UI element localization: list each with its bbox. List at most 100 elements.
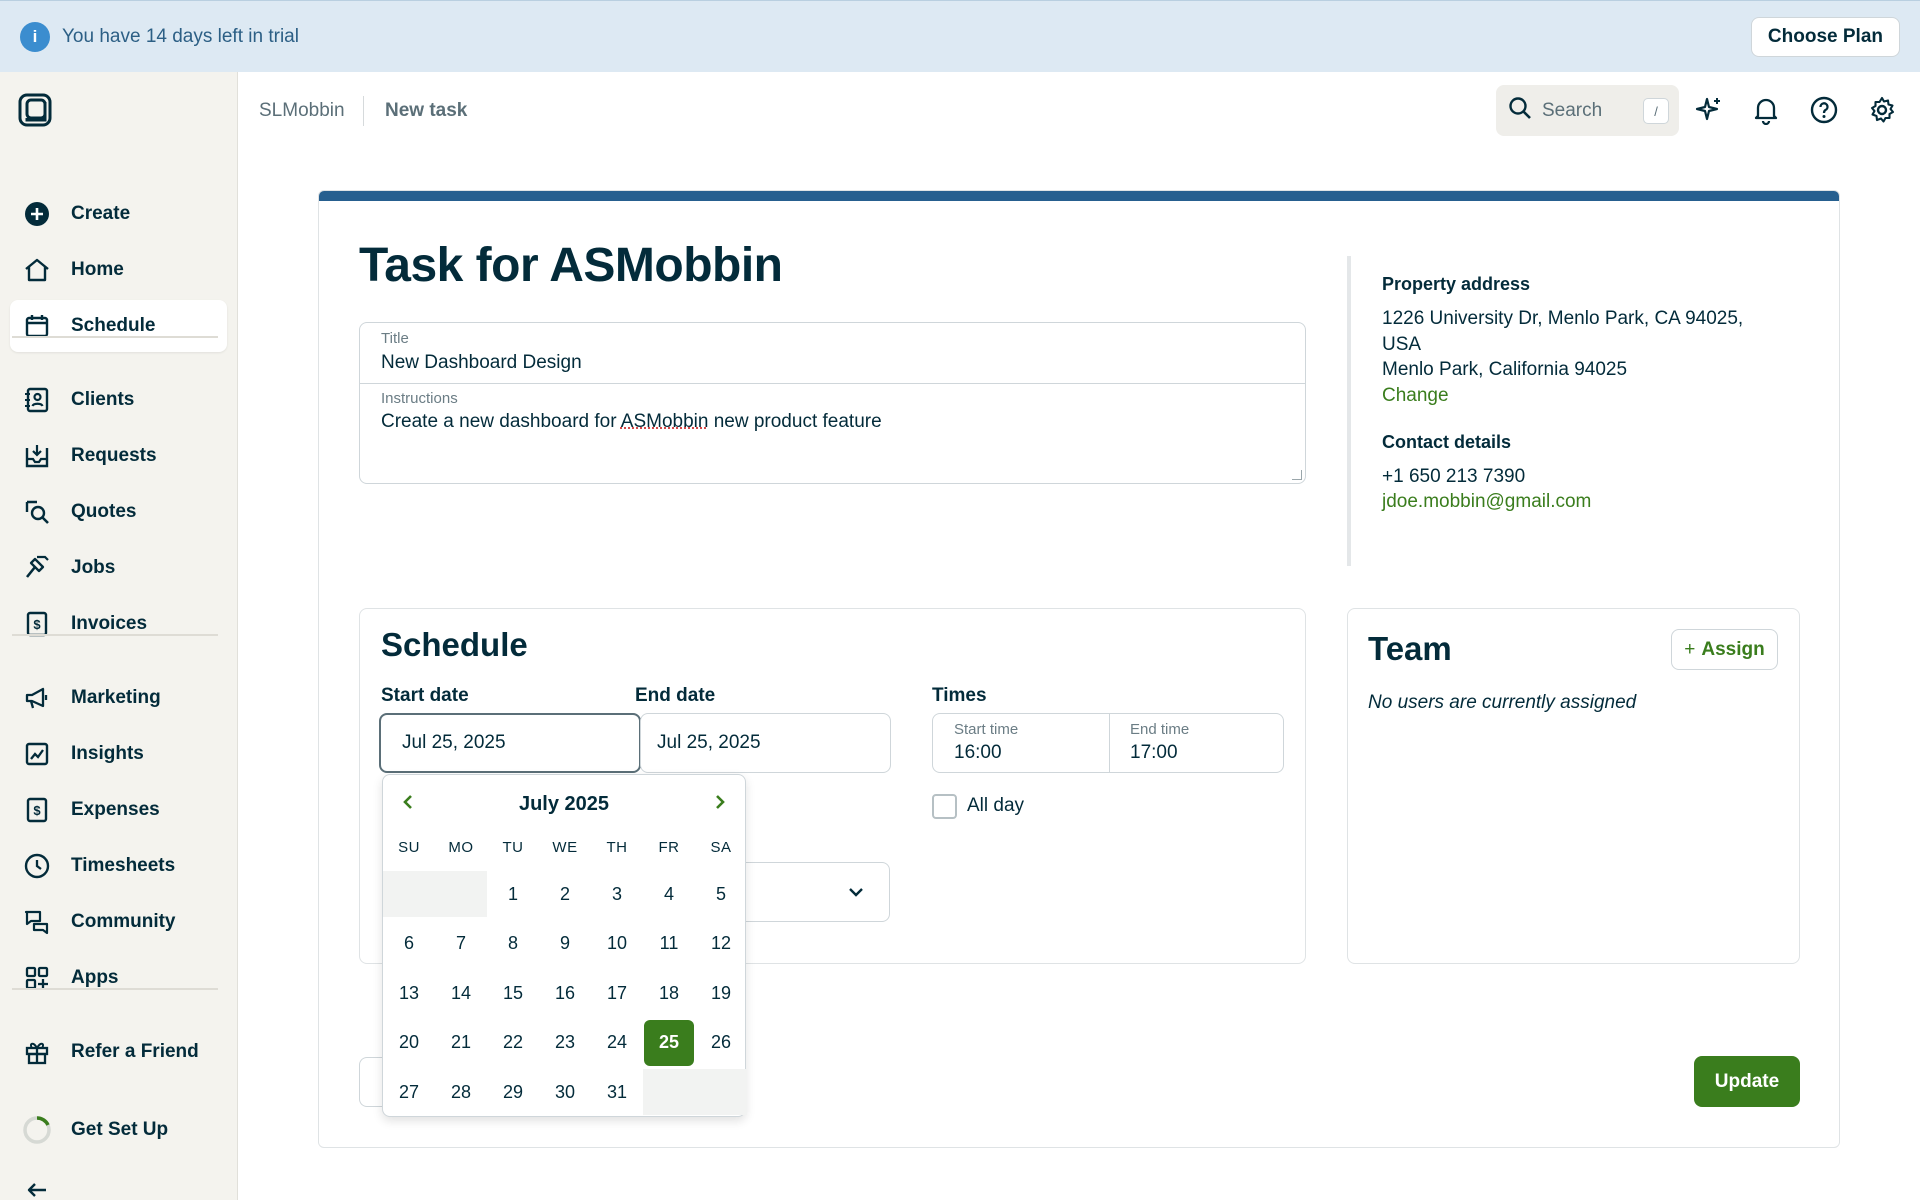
all-day-checkbox[interactable] [932,794,957,819]
sidebar-item-create[interactable]: Create [10,188,227,240]
calendar-day[interactable]: 23 [540,1020,590,1066]
update-button[interactable]: Update [1694,1056,1800,1107]
info-icon: i [20,22,50,52]
chat-bubbles-icon [22,907,52,937]
end-date-label: End date [635,685,715,707]
calendar-day[interactable]: 7 [436,921,486,967]
gift-icon [22,1037,52,1067]
svg-text:$: $ [33,617,41,632]
calendar-day[interactable]: 10 [592,921,642,967]
sidebar-item-label: Create [71,203,130,225]
sidebar-item-label: Home [71,259,124,281]
sidebar-item-marketing[interactable]: Marketing [10,672,227,724]
times-label: Times [932,685,987,707]
times-group: Start time 16:00 End time 17:00 [932,713,1284,773]
next-month-button[interactable] [705,787,735,817]
calendar-day[interactable]: 21 [436,1020,486,1066]
home-icon [22,255,52,285]
sidebar-item-get-set-up[interactable]: Get Set Up [10,1104,227,1156]
instructions-flagged-word: ASMobbin [621,411,709,432]
change-address-link[interactable]: Change [1382,385,1449,407]
resize-handle[interactable] [1292,470,1302,480]
calendar-day[interactable]: 17 [592,970,642,1016]
weekday-header: SU [383,839,435,856]
instructions-label: Instructions [381,390,458,407]
calendar-day[interactable]: 19 [696,970,746,1016]
calendar-day[interactable]: 27 [384,1069,434,1115]
date-picker-popup: July 2025 SU MO TU WE TH FR SA 1 2 3 4 5 6 7 8 9 10 11 12… [382,774,746,1117]
calendar-day[interactable]: 22 [488,1020,538,1066]
sidebar-item-community[interactable]: Community [10,896,227,948]
breadcrumb-parent[interactable]: SLMobbin [259,100,345,122]
sidebar-item-schedule[interactable]: Schedule [10,300,227,352]
calendar-day[interactable]: 31 [592,1069,642,1115]
start-time-input[interactable]: 16:00 [954,742,1002,764]
search-input[interactable]: Search / [1496,85,1679,136]
quote-search-icon [22,497,52,527]
breadcrumb-current: New task [385,100,467,122]
settings-gear-icon[interactable] [1865,93,1899,127]
calendar-day[interactable]: 24 [592,1020,642,1066]
sidebar-item-home[interactable]: Home [10,244,227,296]
notifications-bell-icon[interactable] [1749,93,1783,127]
contact-email-link[interactable]: jdoe.mobbin@gmail.com [1382,491,1591,513]
title-field[interactable]: New Dashboard Design [381,352,582,374]
sidebar-item-clients[interactable]: Clients [10,374,227,426]
card-accent-bar [319,191,1839,201]
weekday-header: TH [591,839,643,856]
chevron-right-icon [711,793,729,811]
contact-phone: +1 650 213 7390 [1382,464,1782,490]
calendar-day[interactable]: 8 [488,921,538,967]
sidebar-item-requests[interactable]: Requests [10,430,227,482]
calendar-day[interactable]: 15 [488,970,538,1016]
schedule-heading: Schedule [381,626,528,664]
sidebar-item-expenses[interactable]: $ Expenses [10,784,227,836]
choose-plan-button[interactable]: Choose Plan [1751,17,1900,57]
end-date-input[interactable]: Jul 25, 2025 [640,713,891,773]
calendar-day[interactable]: 30 [540,1069,590,1115]
ai-sparkle-icon[interactable] [1692,93,1726,127]
sidebar-item-refer-a-friend[interactable]: Refer a Friend [10,1026,227,1078]
calendar-day[interactable]: 29 [488,1069,538,1115]
calendar-day[interactable]: 4 [644,871,694,917]
team-empty-message: No users are currently assigned [1368,692,1636,714]
calendar-day[interactable]: 3 [592,871,642,917]
app-logo-icon[interactable] [18,93,52,127]
calendar-day[interactable]: 26 [696,1020,746,1066]
field-divider [360,383,1305,384]
calendar-day[interactable]: 13 [384,970,434,1016]
calendar-day[interactable]: 6 [384,921,434,967]
sidebar-item-timesheets[interactable]: Timesheets [10,840,227,892]
calendar-day[interactable]: 28 [436,1069,486,1115]
start-date-label: Start date [381,685,469,707]
sidebar-item-invoices[interactable]: $ Invoices [10,598,227,650]
sidebar-item-label: Marketing [71,687,161,709]
sidebar-item-quotes[interactable]: Quotes [10,486,227,538]
search-icon [1508,96,1532,125]
collapse-sidebar-button[interactable] [10,1164,60,1200]
calendar-day-selected[interactable]: 25 [644,1020,694,1066]
calendar-day[interactable]: 14 [436,970,486,1016]
trial-banner: i You have 14 days left in trial Choose … [0,0,1920,72]
weekday-header: FR [643,839,695,856]
sidebar-item-jobs[interactable]: Jobs [10,542,227,594]
assign-button[interactable]: + Assign [1671,629,1778,670]
info-divider [1347,256,1351,566]
instructions-field[interactable]: Create a new dashboard for ASMobbin new … [381,411,1281,477]
plus-icon: + [1684,639,1695,661]
calendar-day[interactable]: 9 [540,921,590,967]
sidebar-item-apps[interactable]: Apps [10,952,227,1004]
end-time-input[interactable]: 17:00 [1130,742,1178,764]
start-date-input[interactable]: Jul 25, 2025 [379,713,641,773]
sidebar-item-insights[interactable]: Insights [10,728,227,780]
calendar-day[interactable]: 1 [488,871,538,917]
calendar-day[interactable]: 2 [540,871,590,917]
calendar-empty-cell [643,1069,747,1115]
calendar-day[interactable]: 5 [696,871,746,917]
calendar-day[interactable]: 18 [644,970,694,1016]
calendar-day[interactable]: 16 [540,970,590,1016]
calendar-day[interactable]: 20 [384,1020,434,1066]
calendar-day[interactable]: 12 [696,921,746,967]
calendar-day[interactable]: 11 [644,921,694,967]
help-icon[interactable] [1807,93,1841,127]
